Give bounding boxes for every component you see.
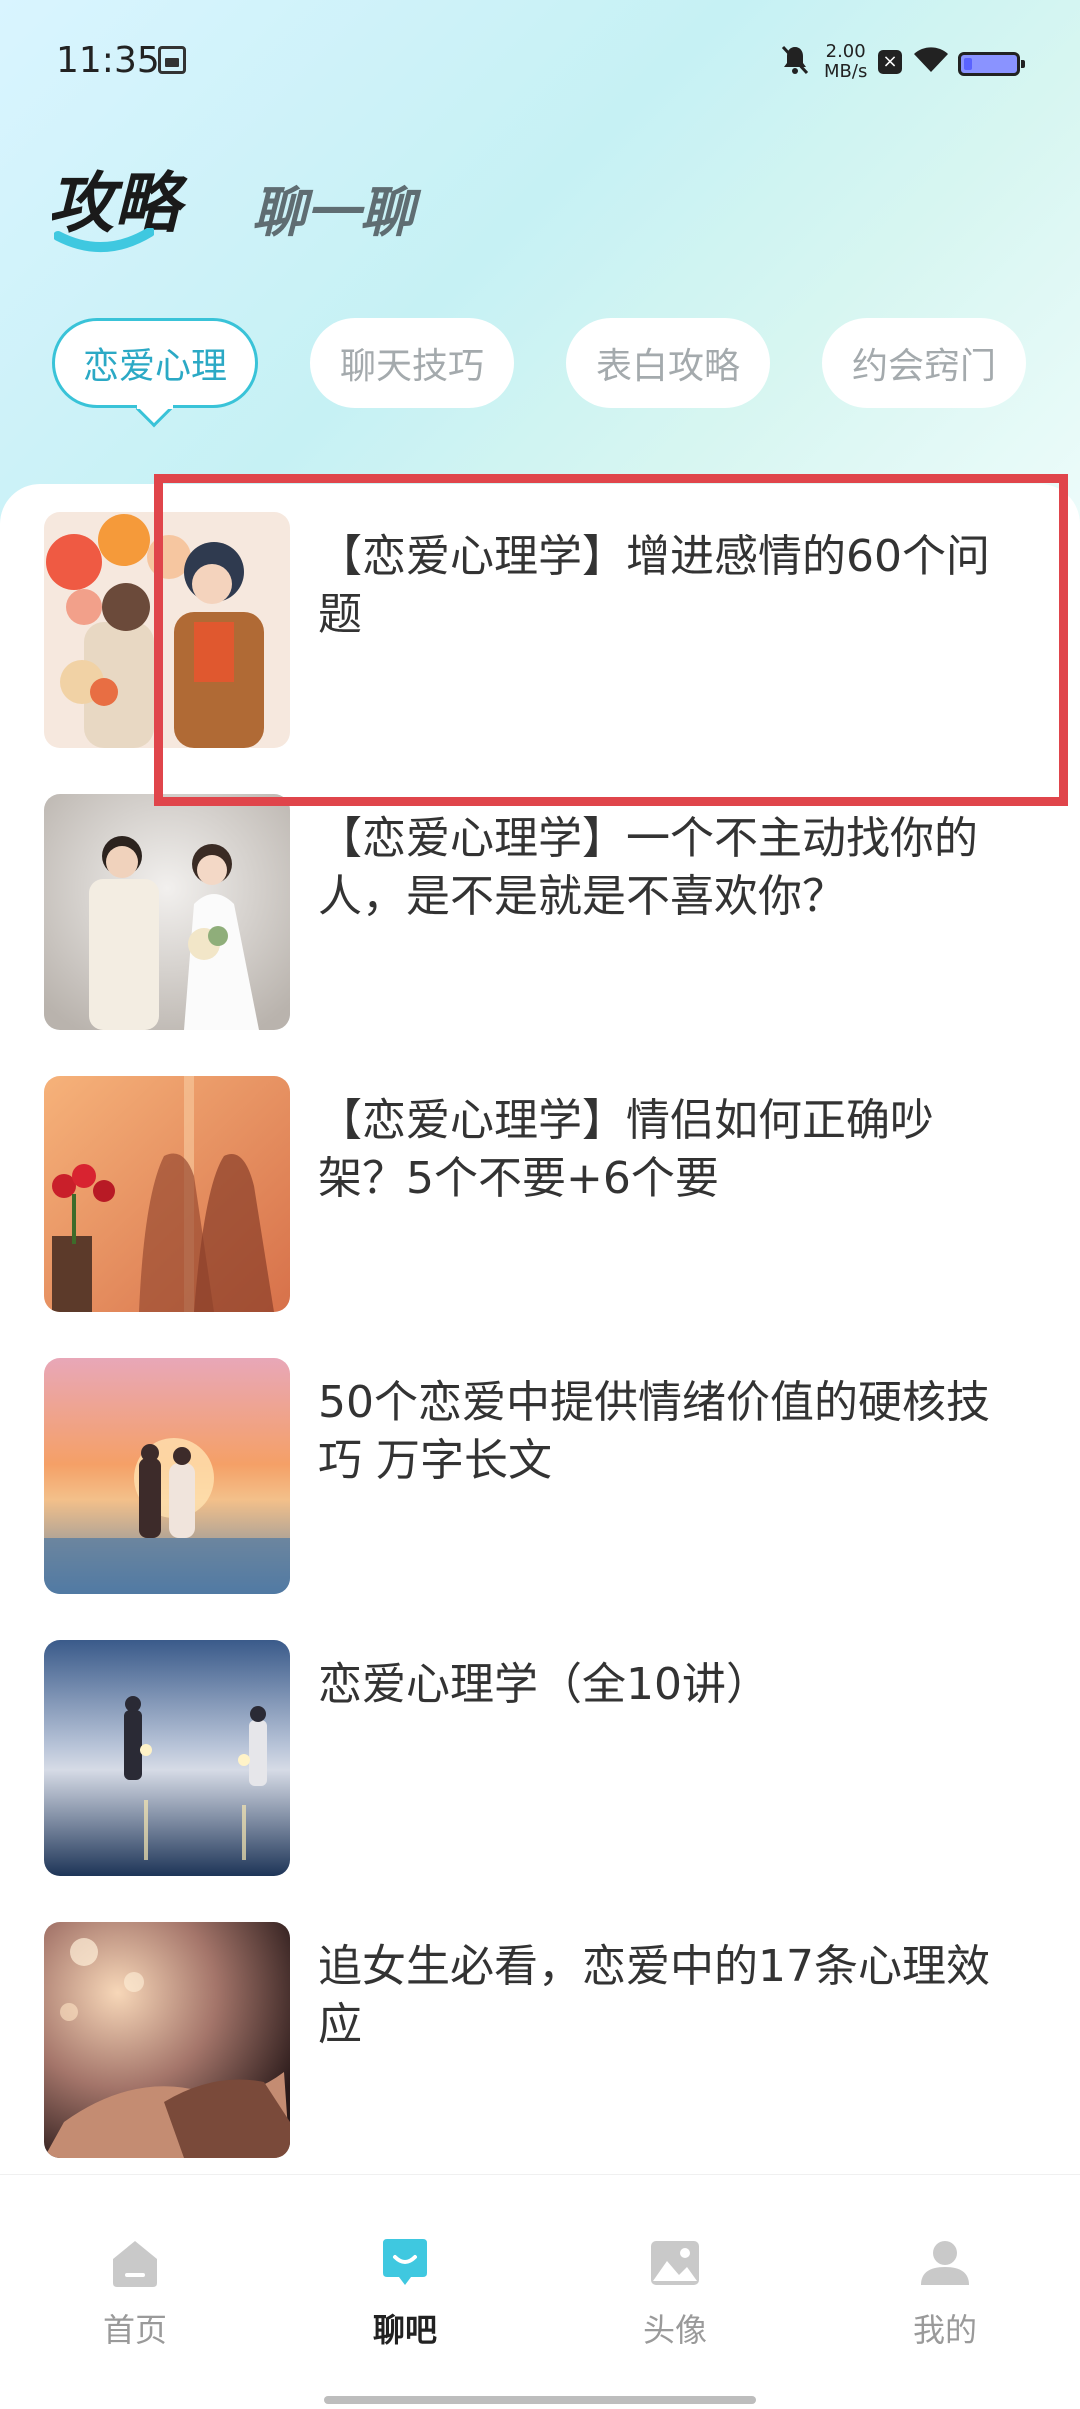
category-chip-chat-skills[interactable]: 聊天技巧 [310, 318, 514, 408]
nav-avatar[interactable]: 头像 [595, 2235, 755, 2351]
no-sim-icon: × [878, 50, 902, 74]
nav-home[interactable]: 首页 [55, 2235, 215, 2351]
list-item[interactable]: 【恋爱心理学】增进感情的60个问题 [0, 512, 1080, 752]
status-time: 11:35 [56, 40, 160, 81]
nav-label: 聊吧 [372, 2311, 437, 2349]
category-chip-dating-tips[interactable]: 约会窍门 [822, 318, 1026, 408]
list-item[interactable]: 【恋爱心理学】情侣如何正确吵架？5个不要+6个要 [0, 1076, 1080, 1316]
tab-chat[interactable]: 聊一聊 [252, 168, 414, 247]
article-title: 50个恋爱中提供情绪价值的硬核技巧 万字长文 [318, 1377, 990, 1486]
network-speed-unit: MB/s [824, 61, 868, 82]
list-item[interactable]: 50个恋爱中提供情绪价值的硬核技巧 万字长文 [0, 1358, 1080, 1598]
list-item[interactable]: 追女生必看，恋爱中的17条心理效应 [0, 1922, 1080, 2162]
nav-chat[interactable]: 聊吧 [325, 2235, 485, 2351]
home-icon [113, 2241, 157, 2287]
active-tab-indicator [54, 228, 154, 253]
nav-label: 我的 [912, 2311, 977, 2349]
list-item[interactable]: 【恋爱心理学】一个不主动找你的人，是不是就是不喜欢你？ [0, 794, 1080, 1034]
home-indicator[interactable] [324, 2396, 756, 2404]
article-list: 【恋爱心理学】增进感情的60个问题 【恋爱心理学】一个不主动找你的人，是不是就是… [0, 484, 1080, 2174]
sim-card-icon [158, 46, 186, 74]
wifi-icon [912, 44, 950, 74]
article-thumbnail [44, 1076, 290, 1312]
category-chip-label: 约会窍门 [851, 346, 996, 387]
status-bar: 11:35 2.00 MB/s × [0, 0, 1080, 130]
category-chip-label: 聊天技巧 [339, 346, 484, 387]
article-title: 恋爱心理学（全10讲） [318, 1659, 770, 1710]
article-thumbnail [44, 1922, 290, 2158]
battery-icon [958, 52, 1025, 76]
chat-icon [383, 2239, 427, 2285]
article-title: 【恋爱心理学】情侣如何正确吵架？5个不要+6个要 [318, 1095, 934, 1204]
article-thumbnail [44, 794, 290, 1030]
article-title: 【恋爱心理学】一个不主动找你的人，是不是就是不喜欢你？ [318, 813, 978, 922]
article-thumbnail [44, 1358, 290, 1594]
network-speed: 2.00 MB/s [824, 42, 867, 82]
network-speed-value: 2.00 [825, 41, 866, 62]
profile-icon [921, 2241, 969, 2285]
image-icon [651, 2241, 699, 2285]
article-thumbnail [44, 512, 290, 748]
category-chip-confession[interactable]: 表白攻略 [566, 318, 770, 408]
list-item[interactable]: 恋爱心理学（全10讲） [0, 1640, 1080, 1880]
article-title: 【恋爱心理学】增进感情的60个问题 [318, 531, 990, 640]
category-chip-label: 表白攻略 [595, 346, 740, 387]
bell-muted-icon [780, 44, 810, 84]
category-chip-love-psychology[interactable]: 恋爱心理 [52, 318, 258, 428]
nav-me[interactable]: 我的 [865, 2235, 1025, 2351]
category-chip-label: 恋爱心理 [82, 346, 227, 387]
article-thumbnail [44, 1640, 290, 1876]
nav-label: 头像 [642, 2311, 707, 2349]
bottom-nav: 首页 聊吧 头像 我的 [0, 2174, 1080, 2409]
article-title: 追女生必看，恋爱中的17条心理效应 [318, 1941, 990, 2050]
nav-label: 首页 [102, 2311, 167, 2349]
